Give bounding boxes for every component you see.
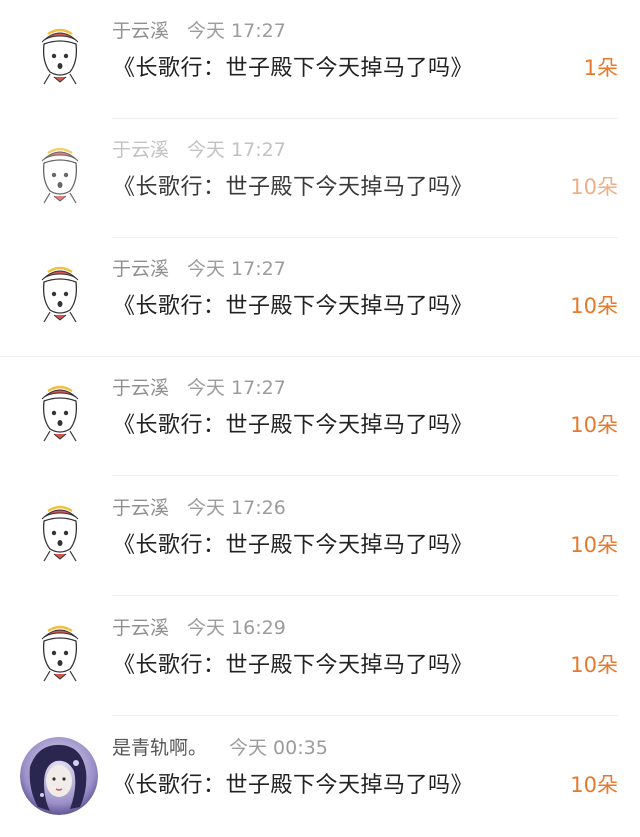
sender-meta: 于云溪 今天 17:27 [112, 16, 286, 43]
timestamp: 今天 16:29 [187, 617, 286, 639]
divider [112, 595, 618, 596]
cartoon-girl-avatar[interactable] [28, 260, 92, 324]
sender-name[interactable]: 于云溪 [112, 139, 169, 161]
flower-count: 1朵 [583, 56, 618, 80]
flower-count: 10朵 [570, 294, 618, 318]
sender-name[interactable]: 于云溪 [112, 258, 169, 280]
message-text: 《长歌行：世子殿下今天掉马了吗》 [113, 413, 474, 438]
sender-meta: 是青轨啊。 今天 00:35 [112, 733, 328, 760]
message-list: 于云溪 今天 17:27 《长歌行：世子殿下今天掉马了吗》 1朵 于云溪 今天 17… [0, 0, 640, 837]
flower-count: 10朵 [570, 533, 618, 557]
cartoon-girl-avatar[interactable] [28, 499, 92, 563]
sender-name[interactable]: 是青轨啊。 [112, 737, 207, 759]
sender-name[interactable]: 于云溪 [112, 617, 169, 639]
sender-meta: 于云溪 今天 17:27 [112, 135, 286, 162]
timestamp: 今天 00:35 [229, 737, 328, 759]
message-text: 《长歌行：世子殿下今天掉马了吗》 [113, 56, 474, 81]
flower-count: 10朵 [570, 175, 618, 199]
flower-count: 10朵 [570, 773, 618, 797]
list-item[interactable]: 是青轨啊。 今天 00:35 《长歌行：世子殿下今天掉马了吗》 10朵 [0, 717, 640, 836]
list-item[interactable]: 于云溪 今天 17:27 《长歌行：世子殿下今天掉马了吗》 1朵 [0, 0, 640, 119]
sender-meta: 于云溪 今天 17:27 [112, 373, 286, 400]
divider [112, 715, 618, 716]
message-text: 《长歌行：世子殿下今天掉马了吗》 [113, 175, 474, 200]
sender-meta: 于云溪 今天 16:29 [112, 613, 286, 640]
list-item[interactable]: 于云溪 今天 17:26 《长歌行：世子殿下今天掉马了吗》 10朵 [0, 477, 640, 596]
sender-meta: 于云溪 今天 17:27 [112, 254, 286, 281]
list-item[interactable]: 于云溪 今天 16:29 《长歌行：世子殿下今天掉马了吗》 10朵 [0, 597, 640, 716]
sender-name[interactable]: 于云溪 [112, 20, 169, 42]
timestamp: 今天 17:27 [187, 139, 286, 161]
flower-count: 10朵 [570, 413, 618, 437]
message-text: 《长歌行：世子殿下今天掉马了吗》 [113, 653, 474, 678]
message-text: 《长歌行：世子殿下今天掉马了吗》 [113, 294, 474, 319]
cartoon-girl-avatar[interactable] [28, 22, 92, 86]
sender-meta: 于云溪 今天 17:26 [112, 493, 286, 520]
divider [112, 475, 618, 476]
timestamp: 今天 17:27 [187, 20, 286, 42]
illustrated-portrait-avatar[interactable] [20, 737, 98, 815]
list-item[interactable]: 于云溪 今天 17:27 《长歌行：世子殿下今天掉马了吗》 10朵 [0, 357, 640, 476]
flower-count: 10朵 [570, 653, 618, 677]
sender-name[interactable]: 于云溪 [112, 497, 169, 519]
timestamp: 今天 17:27 [187, 258, 286, 280]
list-item[interactable]: 于云溪 今天 17:27 《长歌行：世子殿下今天掉马了吗》 10朵 [0, 119, 640, 238]
cartoon-girl-avatar[interactable] [28, 619, 92, 683]
message-text: 《长歌行：世子殿下今天掉马了吗》 [113, 773, 474, 798]
list-item[interactable]: 于云溪 今天 17:27 《长歌行：世子殿下今天掉马了吗》 10朵 [0, 238, 640, 357]
timestamp: 今天 17:26 [187, 497, 286, 519]
cartoon-girl-avatar[interactable] [28, 379, 92, 443]
message-text: 《长歌行：世子殿下今天掉马了吗》 [113, 533, 474, 558]
sender-name[interactable]: 于云溪 [112, 377, 169, 399]
timestamp: 今天 17:27 [187, 377, 286, 399]
cartoon-girl-avatar[interactable] [28, 141, 92, 205]
